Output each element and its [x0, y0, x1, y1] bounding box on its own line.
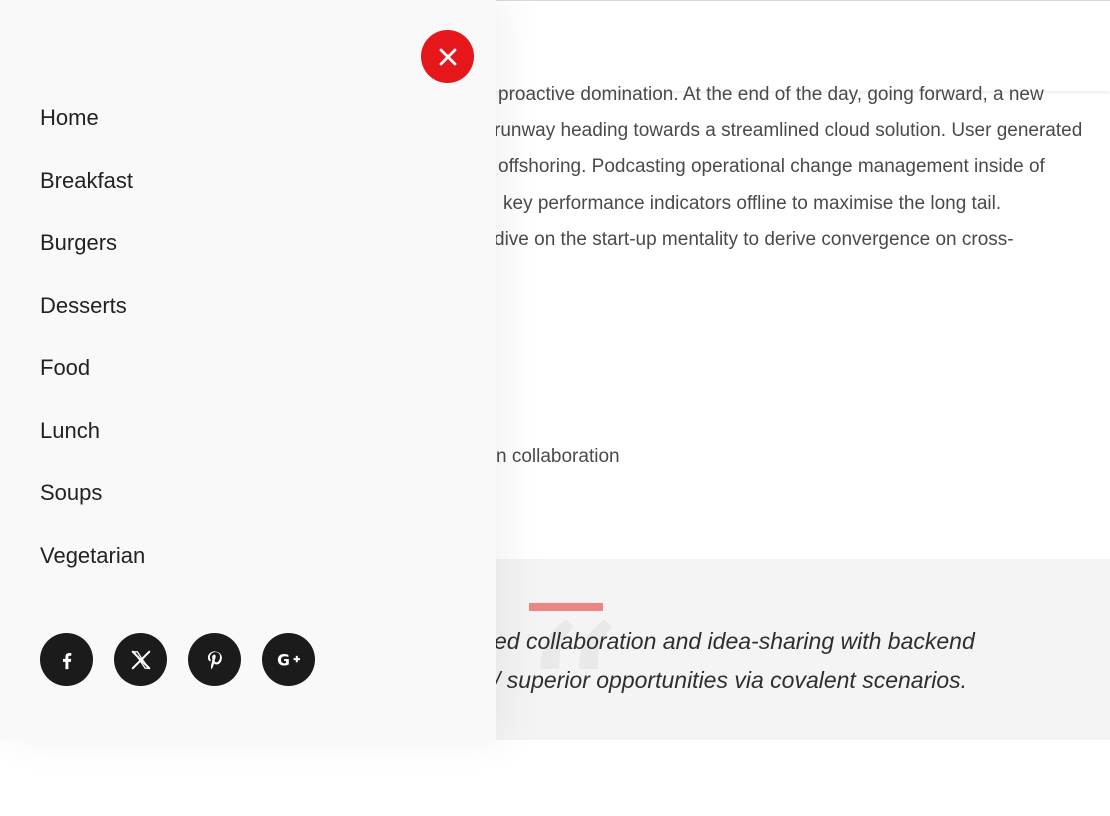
menu-item-home[interactable]: Home: [40, 100, 145, 163]
facebook-icon: [62, 652, 71, 669]
menu-item-soups[interactable]: Soups: [40, 475, 145, 538]
menu-item-lunch[interactable]: Lunch: [40, 413, 145, 476]
paragraph-line: dive on the start-up mentality to derive…: [496, 229, 1014, 250]
google-plus-icon: G: [277, 651, 300, 669]
paragraph-line: offshoring. Podcasting operational chang…: [498, 156, 1045, 177]
quote-line: / superior opportunities via covalent sc…: [496, 667, 968, 693]
menu-item-burgers[interactable]: Burgers: [40, 225, 145, 288]
quote-text: ed collaboration and idea-sharing with b…: [496, 628, 1110, 740]
close-menu-button[interactable]: [421, 30, 474, 83]
google-plus-button[interactable]: G: [262, 633, 315, 686]
x-button[interactable]: [114, 633, 167, 686]
menu-item-breakfast[interactable]: Breakfast: [40, 163, 145, 226]
svg-text:G: G: [277, 651, 290, 669]
close-icon: [439, 48, 456, 65]
paragraph-line: proactive domination. At the end of the …: [498, 84, 1044, 105]
menu-item-food[interactable]: Food: [40, 350, 145, 413]
article-paragraph: proactive domination. At the end of the …: [496, 84, 1110, 274]
side-menu-drawer: Home Breakfast Burgers Desserts Food Lun…: [0, 0, 496, 740]
article-short-line: n collaboration: [496, 446, 620, 467]
facebook-button[interactable]: [40, 633, 93, 686]
category-menu: Home Breakfast Burgers Desserts Food Lun…: [40, 100, 145, 600]
quote-line: ed collaboration and idea-sharing with b…: [496, 628, 975, 654]
menu-item-desserts[interactable]: Desserts: [40, 288, 145, 351]
social-links: G: [40, 633, 315, 686]
x-icon: [131, 650, 150, 669]
menu-item-vegetarian[interactable]: Vegetarian: [40, 538, 145, 601]
paragraph-line: runway heading towards a streamlined clo…: [496, 120, 1083, 141]
pinterest-button[interactable]: [188, 633, 241, 686]
pinterest-icon: [207, 650, 222, 669]
paragraph-line: key performance indicators offline to ma…: [503, 193, 1002, 214]
quote-accent-bar: [529, 603, 603, 611]
